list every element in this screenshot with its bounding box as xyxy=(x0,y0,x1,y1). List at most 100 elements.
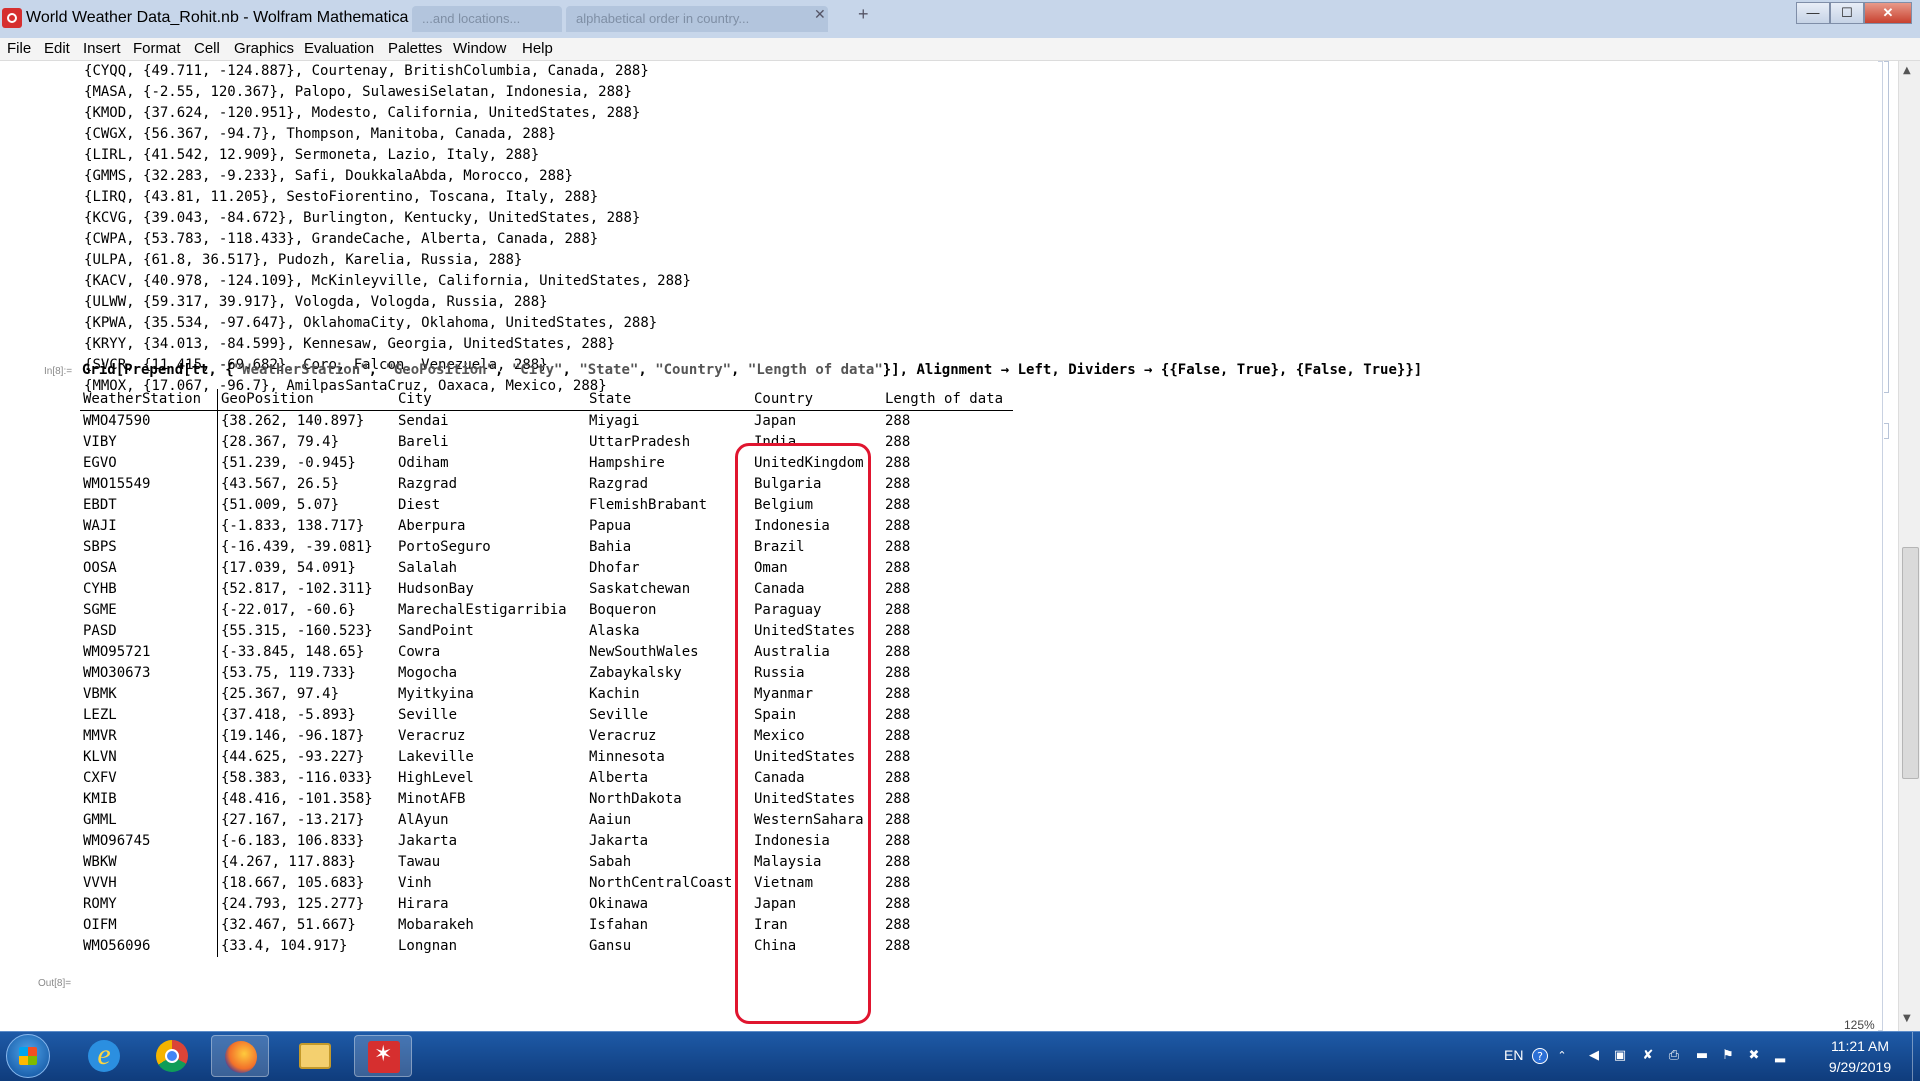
start-button[interactable] xyxy=(6,1034,50,1078)
wifi-signal-icon[interactable]: ▂ xyxy=(1772,1048,1788,1064)
cell-geoposition: {-6.183, 106.833} xyxy=(221,833,365,849)
cell-geoposition: {43.567, 26.5} xyxy=(221,476,340,492)
geo-position: {49.711, -124.887} xyxy=(143,63,295,79)
mathematica-app-icon[interactable] xyxy=(2,8,22,28)
table-row: WMO15549 {43.567, 26.5} Razgrad Razgrad Bulg… xyxy=(80,474,1013,495)
table-row: OIFM {32.467, 51.667} Mobarakeh Isfahan Iran… xyxy=(80,915,1013,936)
group-cell-bracket[interactable] xyxy=(1878,61,1883,1031)
chrome-icon[interactable] xyxy=(143,1035,201,1077)
show-desktop-button[interactable] xyxy=(1912,1032,1920,1081)
geo-position: {39.043, -84.672} xyxy=(143,210,287,226)
punctuation: , xyxy=(294,273,312,289)
station-details: Vologda, Vologda, Russia, 288 xyxy=(294,294,540,310)
punctuation: , xyxy=(126,315,144,331)
background-tab-1[interactable]: ...and locations... xyxy=(412,6,562,32)
display-icon[interactable]: ▬ xyxy=(1694,1048,1710,1064)
punctuation: , xyxy=(126,189,144,205)
output-cell-bracket[interactable] xyxy=(1884,61,1889,393)
output-line: {ULPA, {61.8, 36.517}, Pudozh, Karelia, … xyxy=(84,252,522,268)
menu-palettes[interactable]: Palettes xyxy=(388,40,442,57)
volume-icon[interactable]: ◀ xyxy=(1586,1048,1602,1064)
cell-state: Saskatchewan xyxy=(589,581,691,597)
cell-geoposition: {53.75, 119.733} xyxy=(221,665,356,681)
cell-length: 288 xyxy=(885,476,911,492)
cell-country: UnitedStates xyxy=(754,623,856,639)
new-tab-icon[interactable]: + xyxy=(858,4,869,25)
cell-city: Sendai xyxy=(398,413,449,429)
network-adapter-icon[interactable]: ▣ xyxy=(1612,1048,1628,1064)
station-code: KPWA xyxy=(92,315,127,331)
table-row: GMML {27.167, -13.217} AlAyun Aaiun WesternS… xyxy=(80,810,1013,831)
menu-help[interactable]: Help xyxy=(522,40,553,57)
scroll-up-arrow-icon[interactable]: ▲ xyxy=(1903,65,1911,76)
menu-format[interactable]: Format xyxy=(133,40,181,57)
file-explorer-icon[interactable] xyxy=(286,1035,344,1077)
zoom-level[interactable]: 125% xyxy=(1844,1018,1875,1032)
output-line: {CWGX, {56.367, -94.7}, Thompson, Manito… xyxy=(84,126,556,142)
cell-city: HighLevel xyxy=(398,770,474,786)
internet-explorer-icon[interactable]: e xyxy=(75,1035,133,1077)
cell-state: NewSouthWales xyxy=(589,644,699,660)
output-line: {ULWW, {59.317, 39.917}, Vologda, Vologd… xyxy=(84,294,548,310)
clock-date[interactable]: 9/29/2019 xyxy=(1812,1059,1908,1075)
menu-insert[interactable]: Insert xyxy=(83,40,121,57)
table-row: PASD {55.315, -160.523} SandPoint Alaska Uni… xyxy=(80,621,1013,642)
close-button[interactable]: ✕ xyxy=(1864,2,1912,24)
cell-length: 288 xyxy=(885,644,911,660)
cell-geoposition: {32.467, 51.667} xyxy=(221,917,356,933)
cell-length: 288 xyxy=(885,812,911,828)
firefox-icon[interactable] xyxy=(211,1035,269,1077)
station-code: KRYY xyxy=(92,336,127,352)
cell-state: Bahia xyxy=(589,539,632,555)
language-indicator[interactable]: EN xyxy=(1504,1047,1523,1063)
cell-city: Myitkyina xyxy=(398,686,474,702)
input-sep-1: , xyxy=(368,362,386,378)
clock-time[interactable]: 11:21 AM xyxy=(1812,1038,1908,1054)
output-line: {CYQQ, {49.711, -124.887}, Courtenay, Br… xyxy=(84,63,649,79)
printer-icon[interactable]: ⎙ xyxy=(1666,1048,1682,1064)
cell-state: Kachin xyxy=(589,686,640,702)
punctuation: , xyxy=(277,168,295,184)
geo-position: {40.978, -124.109} xyxy=(143,273,295,289)
menu-graphics[interactable]: Graphics xyxy=(234,40,294,57)
menu-evaluation[interactable]: Evaluation xyxy=(304,40,374,57)
window-title: World Weather Data_Rohit.nb - Wolfram Ma… xyxy=(26,9,443,26)
punctuation: } xyxy=(564,168,573,184)
scroll-thumb[interactable] xyxy=(1902,547,1919,779)
menu-cell[interactable]: Cell xyxy=(194,40,220,57)
action-center-flag-icon[interactable]: ⚑ xyxy=(1720,1048,1736,1064)
input-code[interactable]: Grid[Prepend[tt, {"WeatherStation", "Geo… xyxy=(82,362,1422,378)
input-cell-bracket[interactable] xyxy=(1884,423,1889,439)
station-details: Modesto, California, UnitedStates, 288 xyxy=(311,105,632,121)
menu-window[interactable]: Window xyxy=(453,40,506,57)
help-icon[interactable]: ? xyxy=(1532,1048,1548,1064)
scroll-down-arrow-icon[interactable]: ▼ xyxy=(1903,1013,1911,1024)
table-row: LEZL {37.418, -5.893} Seville Seville Spain 2… xyxy=(80,705,1013,726)
punctuation: , xyxy=(126,63,144,79)
mathematica-icon[interactable] xyxy=(354,1035,412,1077)
menu-file[interactable]: File xyxy=(7,40,31,57)
cell-country: Canada xyxy=(754,581,805,597)
punctuation: , xyxy=(126,294,144,310)
vertical-scrollbar[interactable]: ▲ ▼ xyxy=(1898,61,1920,1031)
menu-edit[interactable]: Edit xyxy=(44,40,70,57)
station-details: Courtenay, BritishColumbia, Canada, 288 xyxy=(311,63,641,79)
security-icon[interactable]: ✘ xyxy=(1640,1048,1656,1064)
cell-city: Mobarakeh xyxy=(398,917,474,933)
antivirus-icon[interactable]: ✖ xyxy=(1746,1048,1762,1064)
cell-length: 288 xyxy=(885,455,911,471)
punctuation: , xyxy=(126,126,144,142)
cell-geoposition: {52.817, -102.311} xyxy=(221,581,373,597)
background-tab-2[interactable]: alphabetical order in country... xyxy=(566,6,828,32)
tab-close-icon[interactable]: ✕ xyxy=(814,6,826,23)
maximize-button[interactable]: ☐ xyxy=(1830,2,1864,24)
cell-length: 288 xyxy=(885,413,911,429)
station-details: Safi, DoukkalaAbda, Morocco, 288 xyxy=(294,168,565,184)
punctuation: , xyxy=(277,147,295,163)
cell-geoposition: {18.667, 105.683} xyxy=(221,875,365,891)
cell-city: Diest xyxy=(398,497,441,513)
table-row: SBPS {-16.439, -39.081} PortoSeguro Bahia Br… xyxy=(80,537,1013,558)
notification-icon[interactable]: ⌃ xyxy=(1554,1048,1570,1064)
cell-length: 288 xyxy=(885,602,911,618)
minimize-button[interactable]: — xyxy=(1796,2,1830,24)
